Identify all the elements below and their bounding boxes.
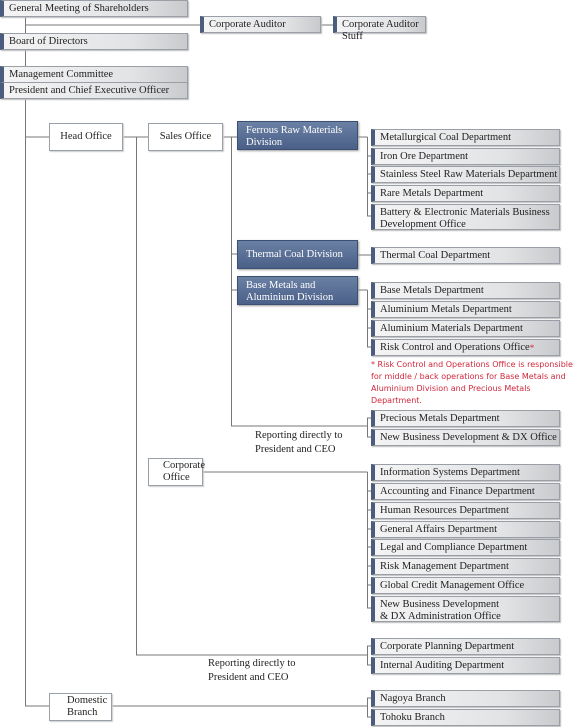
dept-box: Human Resources Department [371, 502, 560, 519]
asterisk-mark: * [529, 343, 535, 353]
dept-box: Iron Ore Department [371, 148, 560, 165]
dept-box: Rare Metals Department [371, 185, 560, 202]
dept-box: Legal and Compliance Department [371, 539, 560, 556]
dept-box: Battery & Electronic Materials Business … [371, 204, 560, 230]
thermal-coal-division-box: Thermal Coal Division [237, 240, 358, 269]
management-committee-box: Management Committee [0, 66, 188, 83]
dept-box: Risk Management Department [371, 558, 560, 575]
sales-office-box: Sales Office [148, 123, 223, 151]
corporate-office-box: Corporate Office [148, 458, 205, 486]
risk-control-note: * Risk Control and Operations Office is … [371, 360, 573, 405]
dept-box: Risk Control and Operations Office* [371, 339, 560, 356]
reporting-direct-label: Reporting directly to President and CEO [255, 430, 343, 455]
dept-box: New Business Development & DX Office [371, 429, 560, 446]
head-office-box: Head Office [49, 123, 123, 151]
dept-box: Aluminium Materials Department [371, 320, 560, 337]
dept-label: Risk Control and Operations Office [380, 342, 530, 353]
dept-box: Corporate Planning Department [371, 638, 560, 655]
corporate-auditor-box: Corporate Auditor [200, 16, 321, 33]
shareholders-box: General Meeting of Shareholders [0, 0, 188, 17]
dept-box: New Business Development & DX Administra… [371, 596, 560, 622]
dept-box: Stainless Steel Raw Materials Department [371, 166, 560, 183]
base-metals-division-box: Base Metals and Aluminium Division [237, 276, 358, 305]
board-box: Board of Directors [0, 33, 188, 50]
reporting-direct-label: Reporting directly to President and CEO [208, 658, 296, 683]
dept-box: Information Systems Department [371, 464, 560, 481]
dept-box: Aluminium Metals Department [371, 301, 560, 318]
branch-box: Nagoya Branch [371, 690, 560, 707]
dept-box: Internal Auditing Department [371, 657, 560, 674]
dept-box: General Affairs Department [371, 521, 560, 538]
corporate-auditor-stuff-box: Corporate Auditor Stuff [333, 16, 426, 42]
ferrous-division-box: Ferrous Raw Materials Division [237, 121, 358, 150]
org-chart: General Meeting of Shareholders Corporat… [0, 0, 575, 727]
president-box: President and Chief Executive Officer [0, 82, 188, 99]
dept-box: Metallurgical Coal Department [371, 129, 560, 146]
dept-box: Thermal Coal Department [371, 247, 560, 264]
domestic-branch-box: Domestic Branch [49, 693, 112, 721]
dept-box: Precious Metals Department [371, 410, 560, 427]
dept-box: Base Metals Department [371, 282, 560, 299]
dept-box: Global Credit Management Office [371, 577, 560, 594]
branch-box: Tohoku Branch [371, 709, 560, 726]
dept-box: Accounting and Finance Department [371, 483, 560, 500]
